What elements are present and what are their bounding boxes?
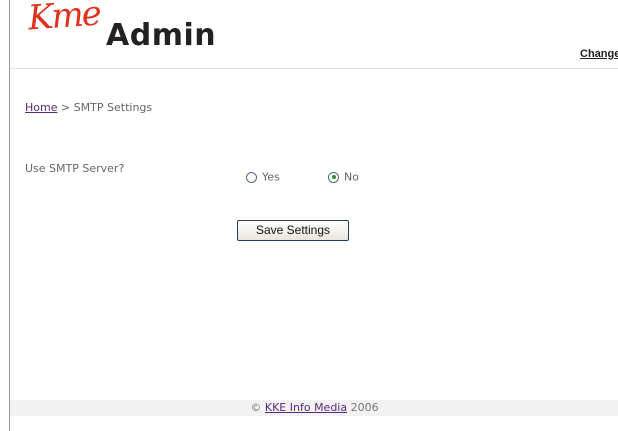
breadcrumb: Home > SMTP Settings	[25, 101, 152, 114]
radio-no-circle[interactable]	[328, 171, 339, 183]
logo-script: Kme	[26, 0, 102, 39]
radio-no-label: No	[344, 170, 359, 184]
logo: Kme Admin	[26, 0, 248, 62]
smtp-question-label: Use SMTP Server?	[25, 162, 125, 175]
radio-yes[interactable]: Yes	[246, 170, 280, 184]
breadcrumb-separator: >	[57, 101, 74, 114]
copyright-year: 2006	[350, 401, 379, 414]
radio-no[interactable]: No	[328, 170, 359, 184]
header: Kme Admin Change	[10, 0, 618, 69]
breadcrumb-current: SMTP Settings	[73, 101, 153, 114]
breadcrumb-home-link[interactable]: Home	[25, 101, 57, 114]
copyright-symbol: ©	[250, 401, 262, 414]
footer: © KKE Info Media 2006	[10, 400, 618, 416]
radio-yes-circle[interactable]	[246, 171, 257, 183]
company-link[interactable]: KKE Info Media	[265, 401, 347, 414]
change-link[interactable]: Change	[580, 48, 618, 60]
logo-admin-text: Admin	[106, 18, 217, 53]
admin-frame: Kme Admin Change Home > SMTP Settings Us…	[9, 0, 618, 431]
radio-yes-label: Yes	[262, 170, 280, 184]
save-settings-button[interactable]: Save Settings	[237, 220, 349, 241]
